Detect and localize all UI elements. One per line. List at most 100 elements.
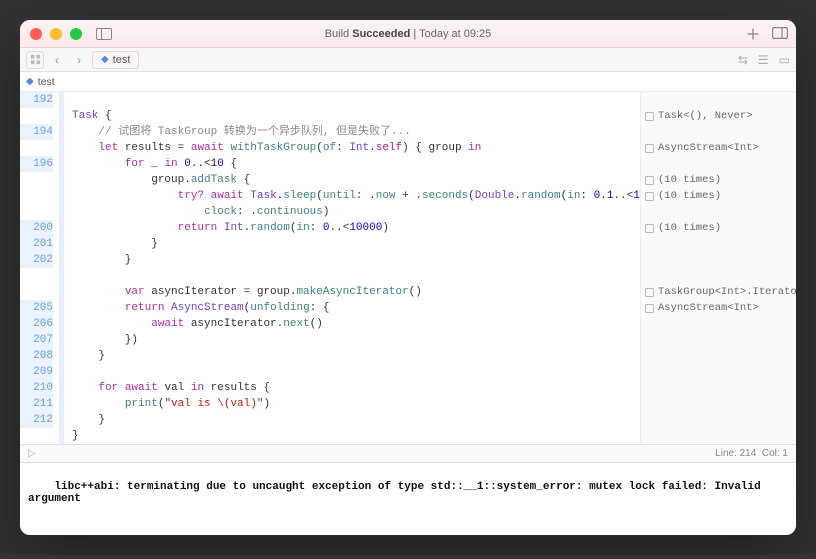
code-line[interactable] xyxy=(72,364,634,380)
close-window-button[interactable] xyxy=(30,28,42,40)
traffic-lights xyxy=(30,28,82,40)
annotation-box-icon xyxy=(645,288,654,297)
annotation-text: AsyncStream<Int> xyxy=(658,300,759,316)
annotation-row: (10 times) xyxy=(641,172,796,188)
annotation-text: TaskGroup<Int>.Iterator xyxy=(658,284,796,300)
code-line[interactable]: } xyxy=(72,348,634,364)
status-line: Line: 214 xyxy=(715,448,756,459)
minimize-window-button[interactable] xyxy=(50,28,62,40)
line-number[interactable]: 208 xyxy=(20,348,53,364)
annotation-row xyxy=(641,236,796,252)
editor-resize-icon[interactable]: ⇆ xyxy=(738,53,748,67)
related-items-button[interactable] xyxy=(26,51,44,69)
code-line[interactable]: group.addTask { xyxy=(72,172,634,188)
file-tab-name[interactable]: test xyxy=(38,76,55,88)
add-tab-icon[interactable] xyxy=(746,27,760,41)
code-line[interactable]: return Int.random(in: 0..<10000) xyxy=(72,220,634,236)
line-number[interactable]: 200 xyxy=(20,220,53,236)
title-prefix: Build xyxy=(325,28,353,40)
code-line[interactable]: await asyncIterator.next() xyxy=(72,316,634,332)
code-line[interactable]: } xyxy=(72,412,634,428)
sidebar-toggle-icon[interactable] xyxy=(96,28,112,40)
annotation-text: (10 times) xyxy=(658,188,721,204)
annotation-row xyxy=(641,204,796,220)
code-line[interactable]: Task { xyxy=(72,108,634,124)
line-number[interactable]: 209 xyxy=(20,364,53,380)
annotation-row xyxy=(641,124,796,140)
code-line[interactable]: try? await Task.sleep(until: .now + .sec… xyxy=(72,188,634,204)
jump-bar-filename: test xyxy=(113,54,131,66)
line-number[interactable] xyxy=(20,284,53,300)
line-number[interactable]: 212 xyxy=(20,412,53,428)
line-number[interactable] xyxy=(20,268,53,284)
code-line[interactable]: } xyxy=(72,428,634,444)
panels-icon[interactable] xyxy=(772,27,786,41)
code-line[interactable] xyxy=(72,268,634,284)
nav-forward-button[interactable]: › xyxy=(70,51,88,69)
line-number[interactable]: 202 xyxy=(20,252,53,268)
annotation-row xyxy=(641,396,796,412)
nav-back-button[interactable]: ‹ xyxy=(48,51,66,69)
status-col: Col: 1 xyxy=(762,448,788,459)
code-line[interactable]: } xyxy=(72,252,634,268)
jump-bar-file[interactable]: ◆ test xyxy=(92,51,139,69)
code-line[interactable]: var asyncIterator = group.makeAsyncItera… xyxy=(72,284,634,300)
line-number[interactable]: 205 xyxy=(20,300,53,316)
editor-options: ⇆ ☰ ▭ xyxy=(738,53,790,67)
code-line[interactable]: clock: .continuous) xyxy=(72,204,634,220)
editor-split-icon[interactable]: ▭ xyxy=(779,53,790,67)
window-title: Build Succeeded | Today at 09:25 xyxy=(20,28,796,40)
code-line[interactable]: for await val in results { xyxy=(72,380,634,396)
disclosure-icon[interactable]: ▷ xyxy=(28,448,36,459)
code-line[interactable]: let results = await withTaskGroup(of: In… xyxy=(72,140,634,156)
annotation-row xyxy=(641,412,796,428)
line-number[interactable] xyxy=(20,108,53,124)
annotation-row xyxy=(641,92,796,108)
annotation-row xyxy=(641,252,796,268)
line-number[interactable]: 201 xyxy=(20,236,53,252)
line-number[interactable] xyxy=(20,204,53,220)
annotation-text: (10 times) xyxy=(658,172,721,188)
code-line[interactable]: return AsyncStream(unfolding: { xyxy=(72,300,634,316)
annotation-row: Task<(), Never> xyxy=(641,108,796,124)
annotation-text: Task<(), Never> xyxy=(658,108,753,124)
line-number[interactable] xyxy=(20,140,53,156)
annotation-box-icon xyxy=(645,224,654,233)
code-line[interactable]: for _ in 0..<10 { xyxy=(72,156,634,172)
line-number[interactable]: 211 xyxy=(20,396,53,412)
zoom-window-button[interactable] xyxy=(70,28,82,40)
editor-layout-icon[interactable]: ☰ xyxy=(758,53,769,67)
code-line[interactable] xyxy=(72,92,634,108)
file-tab-row: ◆ test xyxy=(20,72,796,92)
jump-bar: ‹ › ◆ test ⇆ ☰ ▭ xyxy=(20,48,796,72)
swift-file-icon: ◆ xyxy=(101,54,109,65)
line-number[interactable] xyxy=(20,188,53,204)
code-line[interactable]: } xyxy=(72,236,634,252)
annotation-row xyxy=(641,428,796,444)
line-number[interactable]: 192 xyxy=(20,92,53,108)
annotation-text: (10 times) xyxy=(658,220,721,236)
code-editor[interactable]: Task { // 试图将 TaskGroup 转换为一个异步队列, 但是失败了… xyxy=(64,92,640,444)
xcode-window: Build Succeeded | Today at 09:25 ‹ › ◆ t… xyxy=(20,20,796,535)
line-gutter[interactable]: 192 194 196 200201202 2052062072082092102112… xyxy=(20,92,60,444)
line-number[interactable]: 207 xyxy=(20,332,53,348)
titlebar-right xyxy=(746,27,786,41)
title-suffix: | Today at 09:25 xyxy=(410,28,491,40)
line-number[interactable]: 210 xyxy=(20,380,53,396)
annotations-column: Task<(), Never> AsyncStream<Int> (10 times… xyxy=(640,92,796,444)
code-line[interactable]: print("val is \(val)") xyxy=(72,396,634,412)
code-line[interactable]: // 试图将 TaskGroup 转换为一个异步队列, 但是失败了... xyxy=(72,124,634,140)
annotation-row: (10 times) xyxy=(641,188,796,204)
annotation-box-icon xyxy=(645,144,654,153)
line-number[interactable] xyxy=(20,172,53,188)
annotation-row xyxy=(641,380,796,396)
line-number[interactable]: 196 xyxy=(20,156,53,172)
console-output[interactable]: libc++abi: terminating due to uncaught e… xyxy=(20,462,796,535)
annotation-row xyxy=(641,156,796,172)
code-line[interactable]: }) xyxy=(72,332,634,348)
status-bar: ▷ Line: 214 Col: 1 xyxy=(20,444,796,462)
titlebar: Build Succeeded | Today at 09:25 xyxy=(20,20,796,48)
annotation-box-icon xyxy=(645,176,654,185)
line-number[interactable]: 194 xyxy=(20,124,53,140)
line-number[interactable]: 206 xyxy=(20,316,53,332)
